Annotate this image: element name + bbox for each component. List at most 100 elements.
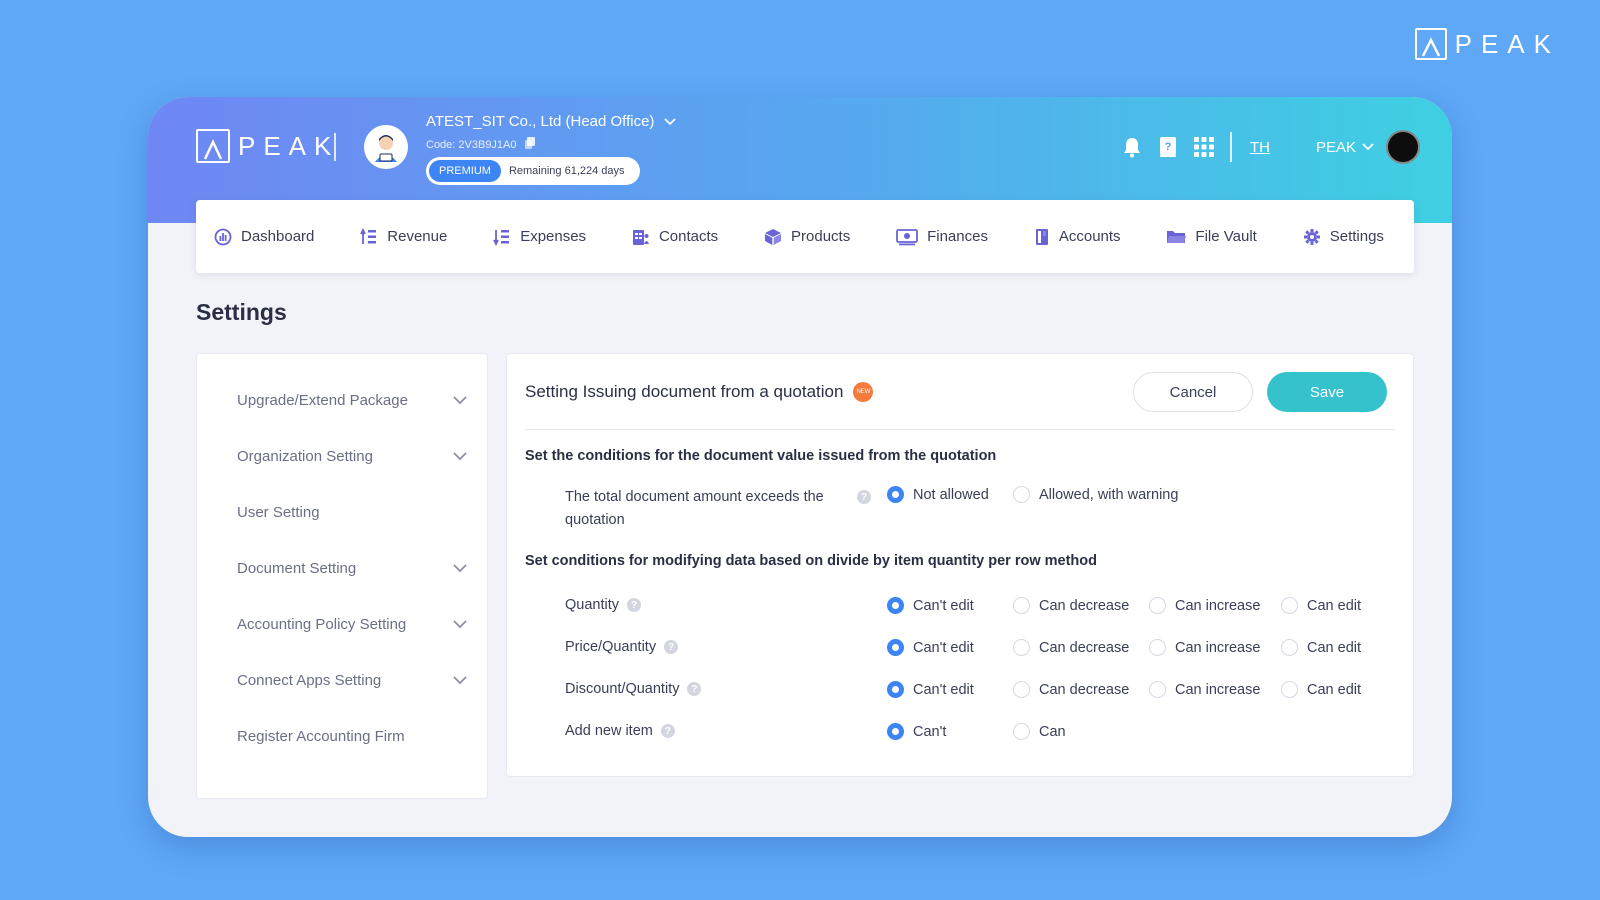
company-avatar[interactable] xyxy=(364,125,408,169)
sidebar-item-register-firm[interactable]: Register Accounting Firm xyxy=(197,708,487,764)
option-label: Can edit xyxy=(1307,681,1362,698)
corner-peak-logo: PEAK xyxy=(1414,28,1560,60)
radio-cant-edit[interactable]: Can't edit xyxy=(887,597,974,614)
help-icon[interactable]: ? xyxy=(857,490,871,504)
setting-row-quantity: Quantity ? Can't edit Can decrease Can i… xyxy=(565,597,1403,619)
brand-divider xyxy=(334,133,336,161)
nav-accounts[interactable]: Accounts xyxy=(1034,228,1121,246)
nav-label: Finances xyxy=(927,228,988,245)
section-title-document-value: Set the conditions for the document valu… xyxy=(525,448,997,464)
nav-expenses[interactable]: Expenses xyxy=(493,228,586,246)
panel-header: Setting Issuing document from a quotatio… xyxy=(525,354,1395,430)
package-status[interactable]: PREMIUM Remaining 61,224 days xyxy=(426,157,640,185)
radio-can[interactable]: Can xyxy=(1013,723,1066,740)
radio-selected-icon xyxy=(887,681,904,698)
sidebar-item-connect-apps[interactable]: Connect Apps Setting xyxy=(197,652,487,708)
sidebar-item-label: Upgrade/Extend Package xyxy=(237,391,408,409)
radio-can-edit[interactable]: Can edit xyxy=(1281,681,1361,698)
radio-can-edit[interactable]: Can edit xyxy=(1281,597,1361,614)
user-avatar[interactable] xyxy=(1386,130,1420,164)
bell-icon[interactable] xyxy=(1114,129,1150,165)
nav-label: Contacts xyxy=(658,228,719,245)
radio-empty-icon xyxy=(1013,486,1030,503)
company-selector[interactable]: ATEST_SIT Co., Ltd (Head Office) xyxy=(426,113,677,130)
option-label: Not allowed xyxy=(913,486,989,503)
option-label: Can increase xyxy=(1175,597,1261,614)
radio-selected-icon xyxy=(887,723,904,740)
logo-text: PEAK xyxy=(238,130,340,161)
nav-label: Dashboard xyxy=(241,228,315,245)
chevron-down-icon xyxy=(453,563,467,572)
gear-icon xyxy=(1303,228,1320,245)
folder-icon xyxy=(1167,230,1187,243)
option-label: Can increase xyxy=(1175,681,1261,698)
nav-revenue[interactable]: Revenue xyxy=(360,227,448,246)
help-icon[interactable]: ? xyxy=(664,640,679,654)
radio-can-decrease[interactable]: Can decrease xyxy=(1013,639,1129,656)
option-label: Can edit xyxy=(1307,597,1362,614)
radio-cant[interactable]: Can't xyxy=(887,723,946,740)
sidebar-item-organization[interactable]: Organization Setting xyxy=(197,428,487,484)
app-logo[interactable]: PEAK xyxy=(196,129,339,163)
sidebar-item-accounting-policy[interactable]: Accounting Policy Setting xyxy=(197,596,487,652)
radio-allowed-with-warning[interactable]: Allowed, with warning xyxy=(1013,486,1178,503)
sidebar-item-label: Document Setting xyxy=(237,559,357,577)
copy-icon[interactable] xyxy=(524,137,535,152)
row-label: Quantity ? xyxy=(565,597,641,613)
chevron-down-icon[interactable] xyxy=(1362,138,1374,156)
chevron-down-icon xyxy=(453,451,467,460)
row-label-text: Add new item xyxy=(565,723,653,739)
radio-empty-icon xyxy=(1281,639,1298,656)
header-divider xyxy=(1230,132,1232,162)
user-name[interactable]: PEAK xyxy=(1316,139,1356,156)
accounts-icon xyxy=(1035,228,1048,245)
radio-selected-icon xyxy=(887,486,904,503)
setting-row-exceeds-quotation: The total document amount exceeds the qu… xyxy=(565,486,1403,534)
corner-logo-text: PEAK xyxy=(1454,28,1560,59)
radio-empty-icon xyxy=(1013,597,1030,614)
row-label-text: Quantity xyxy=(565,597,619,613)
radio-can-decrease[interactable]: Can decrease xyxy=(1013,681,1129,698)
radio-empty-icon xyxy=(1013,723,1030,740)
nav-file-vault[interactable]: File Vault xyxy=(1166,228,1257,246)
row-label-text: Price/Quantity xyxy=(565,639,657,655)
sidebar-item-upgrade-package[interactable]: Upgrade/Extend Package xyxy=(197,372,487,428)
cancel-button[interactable]: Cancel xyxy=(1133,372,1253,412)
nav-products[interactable]: Products xyxy=(764,228,850,246)
row-label: The total document amount exceeds the qu… xyxy=(565,486,824,532)
help-icon[interactable]: ? xyxy=(687,682,702,696)
radio-can-edit[interactable]: Can edit xyxy=(1281,639,1361,656)
radio-empty-icon xyxy=(1013,681,1030,698)
help-icon[interactable]: ? xyxy=(627,598,641,612)
row-label-text: Discount/Quantity xyxy=(565,681,680,697)
premium-badge: PREMIUM xyxy=(429,160,501,182)
radio-can-increase[interactable]: Can increase xyxy=(1149,681,1260,698)
sidebar-item-document[interactable]: Document Setting xyxy=(197,540,487,596)
nav-dashboard[interactable]: Dashboard xyxy=(214,228,314,246)
nav-label: Revenue xyxy=(387,228,448,245)
sidebar-item-user[interactable]: User Setting xyxy=(197,484,487,540)
apps-grid-icon[interactable] xyxy=(1186,129,1222,165)
dashboard-icon xyxy=(214,228,232,245)
radio-empty-icon xyxy=(1013,639,1030,656)
radio-selected-icon xyxy=(887,639,904,656)
nav-finances[interactable]: Finances xyxy=(896,228,988,246)
help-book-icon[interactable]: ? xyxy=(1150,129,1186,165)
top-actions: ? TH PEAK xyxy=(1114,129,1420,165)
language-switch[interactable]: TH xyxy=(1250,139,1270,156)
save-button[interactable]: Save xyxy=(1267,372,1387,412)
page-title: Settings xyxy=(196,299,287,325)
nav-contacts[interactable]: Contacts xyxy=(632,228,718,246)
help-icon[interactable]: ? xyxy=(660,724,675,738)
radio-cant-edit[interactable]: Can't edit xyxy=(887,681,974,698)
radio-empty-icon xyxy=(1149,597,1166,614)
main-nav: Dashboard Revenue Expenses Contacts Prod… xyxy=(196,200,1414,273)
sidebar-item-label: Register Accounting Firm xyxy=(237,727,405,745)
radio-can-increase[interactable]: Can increase xyxy=(1149,597,1260,614)
radio-can-increase[interactable]: Can increase xyxy=(1149,639,1260,656)
revenue-icon xyxy=(360,227,377,244)
nav-settings[interactable]: Settings xyxy=(1303,228,1384,246)
radio-not-allowed[interactable]: Not allowed xyxy=(887,486,989,503)
radio-cant-edit[interactable]: Can't edit xyxy=(887,639,974,656)
radio-can-decrease[interactable]: Can decrease xyxy=(1013,597,1129,614)
